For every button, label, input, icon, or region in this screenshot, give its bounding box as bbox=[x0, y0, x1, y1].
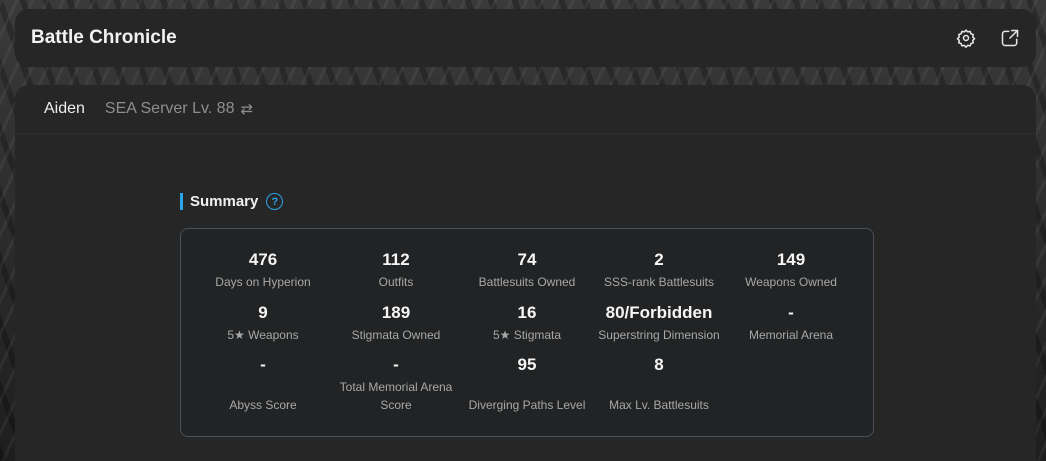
header-actions bbox=[952, 24, 1024, 52]
stat-value: 95 bbox=[517, 355, 537, 374]
stat-value: 112 bbox=[382, 250, 410, 269]
stat-value: - bbox=[260, 355, 266, 374]
summary-title: Summary bbox=[190, 193, 259, 210]
stat-value: - bbox=[788, 303, 794, 322]
stat-label: Superstring Dimension bbox=[598, 328, 720, 342]
help-icon[interactable]: ? bbox=[266, 193, 284, 210]
page-title: Battle Chronicle bbox=[31, 27, 177, 48]
stat-label: Abyss Score bbox=[229, 398, 297, 412]
stat-label: Days on Hyperion bbox=[215, 275, 311, 289]
stat-weapons-owned: 149 Weapons Owned bbox=[721, 250, 861, 291]
stat-value: 189 bbox=[381, 303, 411, 322]
stat-label: Diverging Paths Level bbox=[468, 398, 586, 412]
stat-value: 2 bbox=[654, 250, 664, 269]
stat-abyss-score: - Abyss Score bbox=[193, 355, 333, 414]
player-nickname: Aiden bbox=[44, 100, 85, 117]
stat-memorial-arena: - Memorial Arena bbox=[721, 303, 861, 344]
stat-value: 149 bbox=[776, 250, 806, 269]
stat-label: Stigmata Owned bbox=[351, 328, 441, 342]
stat-value: 16 bbox=[517, 303, 537, 322]
stat-days-on-hyperion: 476 Days on Hyperion bbox=[193, 250, 333, 291]
stat-label: Weapons Owned bbox=[745, 275, 837, 289]
stat-value: 8 bbox=[654, 355, 664, 374]
stat-label: Total Memorial Arena Score bbox=[339, 380, 453, 412]
stat-value: 9 bbox=[258, 303, 268, 322]
stat-diverging-paths-level: 95 Diverging Paths Level bbox=[457, 355, 597, 414]
stat-label: 5★ Stigmata bbox=[492, 328, 562, 342]
stat-value: 80/Forbidden bbox=[605, 303, 713, 322]
summary-stats-box: 476 Days on Hyperion 112 Outfits 74 Batt… bbox=[180, 228, 874, 437]
stat-battlesuits-owned: 74 Battlesuits Owned bbox=[457, 250, 597, 291]
gear-icon bbox=[956, 29, 976, 48]
stat-label: Memorial Arena bbox=[748, 328, 834, 342]
stat-stigmata-owned: 189 Stigmata Owned bbox=[326, 303, 466, 344]
stat-sss-rank-battlesuits: 2 SSS-rank Battlesuits bbox=[589, 250, 729, 291]
stat-5-star-stigmata: 16 5★ Stigmata bbox=[457, 303, 597, 344]
stat-label: Max Lv. Battlesuits bbox=[609, 398, 709, 412]
stat-value: - bbox=[393, 355, 399, 374]
server-level: SEA Server Lv. 88 bbox=[104, 100, 235, 117]
stat-label: 5★ Weapons bbox=[227, 328, 299, 342]
stat-superstring-dimension: 80/Forbidden Superstring Dimension bbox=[589, 303, 729, 344]
stat-outfits: 112 Outfits bbox=[326, 250, 466, 291]
stat-label: Outfits bbox=[378, 275, 414, 289]
chronicle-panel: Aiden SEA Server Lv. 88 ⇄ Summary ? 476 … bbox=[15, 85, 1036, 461]
stat-value: 476 bbox=[248, 250, 278, 269]
summary-heading: Summary ? bbox=[180, 193, 284, 210]
switch-account-icon[interactable]: ⇄ bbox=[240, 100, 253, 118]
external-link-icon bbox=[1001, 29, 1019, 47]
share-button[interactable] bbox=[996, 24, 1024, 52]
stat-total-memorial-arena-score: - Total Memorial Arena Score bbox=[326, 355, 466, 414]
stat-value: 74 bbox=[517, 250, 537, 269]
account-bar: Aiden SEA Server Lv. 88 ⇄ bbox=[15, 85, 1036, 134]
stat-max-lv-battlesuits: 8 Max Lv. Battlesuits bbox=[589, 355, 729, 414]
summary-accent-bar bbox=[180, 193, 183, 210]
settings-button[interactable] bbox=[952, 24, 980, 52]
stat-label: SSS-rank Battlesuits bbox=[603, 275, 715, 289]
stat-5-star-weapons: 9 5★ Weapons bbox=[193, 303, 333, 344]
stat-label: Battlesuits Owned bbox=[478, 275, 576, 289]
header-bar: Battle Chronicle bbox=[15, 9, 1036, 67]
